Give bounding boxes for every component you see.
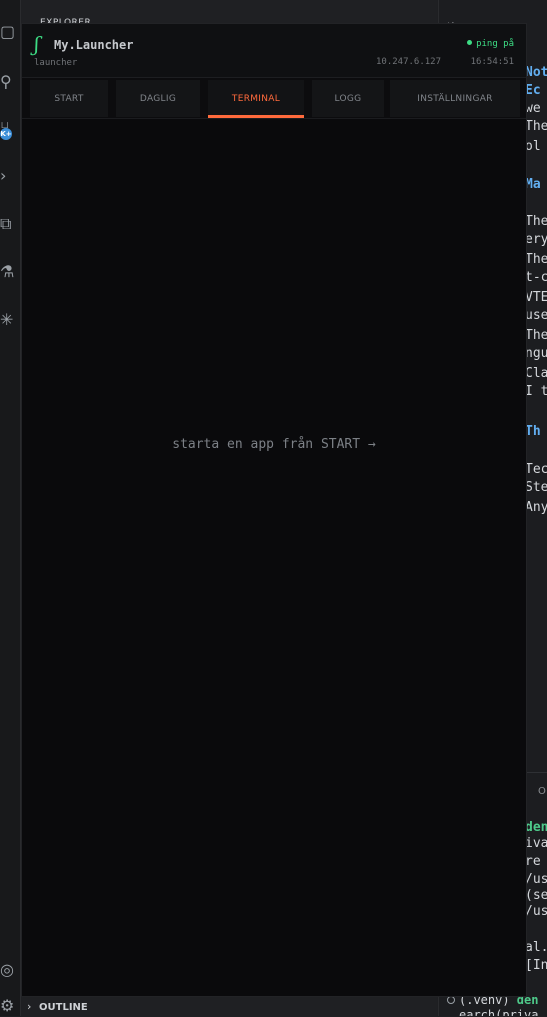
- editor-line: Not: [525, 65, 547, 80]
- tab-installningar[interactable]: INSTÄLLNINGAR: [390, 80, 520, 117]
- chevron-right-icon: ›: [27, 1000, 32, 1013]
- terminal-line: /us: [525, 872, 547, 887]
- activity-bar: ▢ ⚲ ⑂ K+ › ⧉ ⚗ ✳ ◎ ⚙: [0, 0, 21, 1016]
- terminal-line: al.c: [525, 940, 547, 955]
- launcher-title: My.Launcher: [54, 38, 134, 52]
- editor-line: Cla: [525, 366, 547, 381]
- tab-logg[interactable]: LOGG: [312, 80, 384, 117]
- editor-line: Any: [525, 500, 547, 515]
- empty-state-message: starta en app från START →: [172, 437, 376, 452]
- terminal-line: re: [525, 854, 541, 869]
- editor-line: Ma: [525, 177, 541, 192]
- outline-section[interactable]: › OUTLINE: [21, 996, 437, 1017]
- editor-line: Tec: [525, 462, 547, 477]
- terminal-line-next: earch(priva: [459, 1008, 539, 1016]
- editor-line: The: [525, 214, 547, 229]
- files-icon[interactable]: ▢: [0, 24, 15, 40]
- launcher-window: ʃ My.Launcher launcher ping på 10.247.6.…: [22, 24, 526, 996]
- launcher-subtitle: launcher: [34, 58, 78, 68]
- tab-daglig-label: DAGLIG: [139, 94, 177, 104]
- editor-line: use: [525, 308, 547, 323]
- editor-line: Ste: [525, 480, 547, 495]
- tab-start[interactable]: START: [30, 80, 108, 117]
- editor-line: Ec: [525, 83, 541, 98]
- ai-spark-icon[interactable]: ✳: [0, 312, 13, 328]
- tab-terminal[interactable]: TERMINAL: [208, 80, 304, 118]
- editor-line: we: [525, 101, 541, 116]
- ip-address: 10.247.6.127: [376, 57, 442, 67]
- status-dot-icon: [467, 40, 473, 45]
- source-control-badge: K+: [0, 128, 12, 140]
- editor-line: The: [525, 252, 547, 267]
- editor-line: ol: [525, 139, 541, 154]
- ping-label: ping på: [476, 39, 514, 49]
- tab-bar: START DAGLIG TERMINAL LOGG INSTÄLLNINGAR: [22, 78, 526, 118]
- editor-line: I t: [525, 384, 547, 399]
- terminal-line: /us: [525, 904, 547, 919]
- outline-label: OUTLINE: [39, 1002, 88, 1013]
- account-icon[interactable]: ◎: [0, 962, 14, 978]
- tab-terminal-label: TERMINAL: [231, 94, 281, 104]
- settings-gear-icon[interactable]: ⚙: [0, 998, 14, 1014]
- launcher-logo-icon: ʃ: [34, 32, 40, 56]
- terminal-line: (se: [525, 888, 547, 903]
- ping-status: ping på: [467, 39, 514, 49]
- tab-start-label: START: [54, 94, 84, 104]
- terminal-panel[interactable]: starta en app från START →: [22, 119, 526, 996]
- tab-installningar-label: INSTÄLLNINGAR: [417, 94, 493, 104]
- editor-line: Th: [525, 424, 541, 439]
- editor-line: The: [525, 328, 547, 343]
- terminal-line: iva: [525, 836, 547, 851]
- launcher-header: ʃ My.Launcher launcher ping på 10.247.6.…: [22, 24, 526, 78]
- panel-tab[interactable]: O: [538, 786, 546, 797]
- clock: 16:54:51: [470, 57, 514, 67]
- editor-line: ngu: [525, 346, 547, 361]
- tab-daglig[interactable]: DAGLIG: [116, 80, 200, 117]
- terminal-line: den: [525, 820, 547, 835]
- terminal-line: [Int: [525, 958, 547, 973]
- search-icon[interactable]: ⚲: [0, 74, 12, 90]
- tab-logg-label: LOGG: [334, 94, 362, 104]
- run-debug-icon[interactable]: ›: [0, 168, 8, 184]
- testing-icon[interactable]: ⚗: [0, 264, 14, 280]
- editor-line: t-c: [525, 270, 547, 285]
- extensions-icon[interactable]: ⧉: [0, 216, 11, 232]
- editor-line: ery: [525, 232, 547, 247]
- editor-line: VTE: [525, 290, 547, 305]
- editor-line: The: [525, 119, 547, 134]
